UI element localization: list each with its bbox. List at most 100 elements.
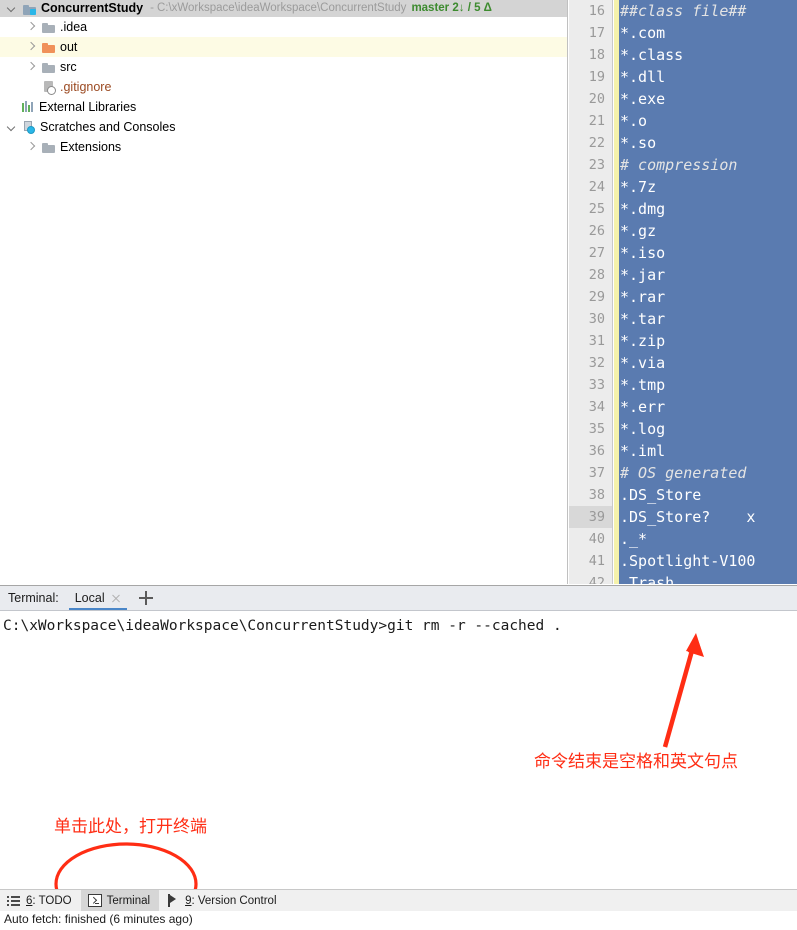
project-root-label: ConcurrentStudy: [41, 1, 144, 15]
tree-row-extensions[interactable]: Extensions: [0, 137, 567, 157]
scratches-icon: [22, 120, 36, 134]
code-line[interactable]: ##class file##: [619, 0, 797, 22]
vcs-icon: [166, 894, 180, 907]
excluded-folder-icon: [42, 40, 56, 54]
tree-item-label: .gitignore: [60, 80, 112, 94]
chevron-down-icon[interactable]: [7, 3, 18, 14]
terminal-command-line: C:\xWorkspace\ideaWorkspace\ConcurrentSt…: [3, 618, 562, 634]
tool-button-version-control[interactable]: 9: Version Control: [159, 890, 285, 911]
chevron-right-icon[interactable]: [26, 22, 37, 33]
tool-button-terminal[interactable]: Terminal: [80, 890, 160, 911]
code-line[interactable]: *.dll: [619, 66, 797, 88]
code-line[interactable]: .DS_Store: [619, 484, 797, 506]
line-number[interactable]: 39: [569, 506, 612, 528]
tree-row-external-libraries[interactable]: External Libraries: [0, 97, 567, 117]
code-line[interactable]: *.o: [619, 110, 797, 132]
tool-button-todo-label: : TODO: [32, 894, 72, 907]
code-line[interactable]: .Trash: [619, 572, 797, 584]
line-number[interactable]: 41: [569, 550, 612, 572]
close-icon[interactable]: [111, 593, 121, 603]
code-line[interactable]: *.iso: [619, 242, 797, 264]
line-number[interactable]: 19: [569, 66, 612, 88]
folder-icon: [42, 60, 56, 74]
code-line[interactable]: *.tmp: [619, 374, 797, 396]
line-number[interactable]: 17: [569, 22, 612, 44]
vcs-branch-label: master 2↓ / 5 Δ: [411, 2, 492, 14]
code-line[interactable]: *.iml: [619, 440, 797, 462]
line-number[interactable]: 33: [569, 374, 612, 396]
project-tool-window[interactable]: ConcurrentStudy - C:\xWorkspace\ideaWork…: [0, 0, 568, 584]
editor-pane[interactable]: 16 17 18 19 20 21 22 23 24 25 26 27 28 29 30 31 32 33 34 35…: [569, 0, 797, 584]
tree-item-label: .idea: [60, 20, 88, 34]
tree-row-scratches-and-consoles[interactable]: Scratches and Consoles: [0, 117, 567, 137]
line-number[interactable]: 34: [569, 396, 612, 418]
code-line[interactable]: .Spotlight-V100: [619, 550, 797, 572]
editor-code-area[interactable]: ##class file## *.com *.class *.dll *.exe *.o *…: [619, 0, 797, 584]
chevron-right-icon[interactable]: [26, 142, 37, 153]
tree-row-src[interactable]: src: [0, 57, 567, 77]
code-line[interactable]: *.rar: [619, 286, 797, 308]
line-number[interactable]: 24: [569, 176, 612, 198]
line-number[interactable]: 22: [569, 132, 612, 154]
terminal-tab-label: Local: [74, 591, 105, 605]
line-number[interactable]: 35: [569, 418, 612, 440]
libraries-icon: [21, 100, 35, 114]
line-number[interactable]: 27: [569, 242, 612, 264]
tool-window-bar[interactable]: 6: TODO Terminal 9: Version Control: [0, 889, 797, 911]
chevron-down-icon[interactable]: [7, 122, 18, 133]
code-line[interactable]: *.exe: [619, 88, 797, 110]
line-number[interactable]: 36: [569, 440, 612, 462]
line-number[interactable]: 25: [569, 198, 612, 220]
chevron-right-icon[interactable]: [26, 62, 37, 73]
line-number[interactable]: 16: [569, 0, 612, 22]
terminal-tab-local[interactable]: Local: [68, 586, 127, 610]
tree-row-out[interactable]: out: [0, 37, 567, 57]
line-number[interactable]: 32: [569, 352, 612, 374]
code-line[interactable]: # OS generated: [619, 462, 797, 484]
line-number[interactable]: 23: [569, 154, 612, 176]
line-number[interactable]: 38: [569, 484, 612, 506]
tree-row-idea[interactable]: .idea: [0, 17, 567, 37]
tree-row-project-root[interactable]: ConcurrentStudy - C:\xWorkspace\ideaWork…: [0, 0, 567, 17]
todo-icon: [7, 894, 21, 907]
tree-item-label: Extensions: [60, 140, 122, 154]
code-line[interactable]: *.gz: [619, 220, 797, 242]
code-line[interactable]: *.zip: [619, 330, 797, 352]
line-number[interactable]: 28: [569, 264, 612, 286]
line-number[interactable]: 29: [569, 286, 612, 308]
code-line[interactable]: ._*: [619, 528, 797, 550]
folder-icon: [42, 20, 56, 34]
line-number[interactable]: 37: [569, 462, 612, 484]
code-line[interactable]: *.7z: [619, 176, 797, 198]
chevron-right-icon[interactable]: [26, 42, 37, 53]
line-number[interactable]: 40: [569, 528, 612, 550]
line-number[interactable]: 21: [569, 110, 612, 132]
line-number[interactable]: 30: [569, 308, 612, 330]
code-line[interactable]: *.jar: [619, 264, 797, 286]
line-number[interactable]: 18: [569, 44, 612, 66]
annotation-arrow: [662, 633, 704, 748]
tree-row-gitignore[interactable]: .gitignore: [0, 77, 567, 97]
tool-button-todo[interactable]: 6: TODO: [0, 890, 81, 911]
code-line[interactable]: # compression: [619, 154, 797, 176]
code-line[interactable]: *.via: [619, 352, 797, 374]
annotation-arrow-note: 命令结束是空格和英文句点: [534, 752, 738, 772]
code-line[interactable]: .DS_Store? x: [619, 506, 797, 528]
line-number[interactable]: 20: [569, 88, 612, 110]
code-line[interactable]: *.com: [619, 22, 797, 44]
code-line[interactable]: *.log: [619, 418, 797, 440]
code-line[interactable]: *.class: [619, 44, 797, 66]
code-line[interactable]: *.err: [619, 396, 797, 418]
line-number[interactable]: 31: [569, 330, 612, 352]
module-folder-icon: [23, 2, 37, 16]
line-number[interactable]: 26: [569, 220, 612, 242]
status-message: Auto fetch: finished (6 minutes ago): [4, 912, 193, 926]
code-line[interactable]: *.tar: [619, 308, 797, 330]
code-line[interactable]: *.so: [619, 132, 797, 154]
code-line[interactable]: *.dmg: [619, 198, 797, 220]
add-terminal-tab-icon[interactable]: [138, 591, 153, 605]
line-number[interactable]: 42: [569, 572, 612, 584]
project-root-path: C:\xWorkspace\ideaWorkspace\ConcurrentSt…: [156, 2, 407, 14]
